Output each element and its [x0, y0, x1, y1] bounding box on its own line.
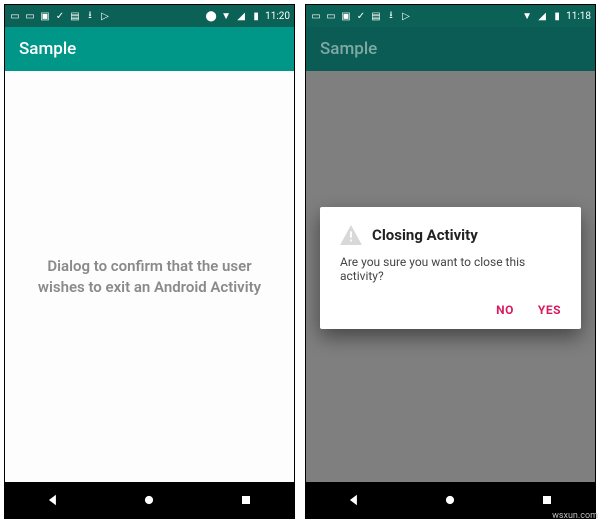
back-button[interactable] — [334, 482, 374, 518]
status-notifications: ▭ ▭ ▣ ✓ ▤ ⭳ ▷ — [310, 10, 412, 22]
chat-icon: ▭ — [310, 10, 322, 22]
battery-icon: ▮ — [250, 10, 262, 22]
calendar-icon: ▤ — [370, 10, 382, 22]
app-bar: Sample — [5, 27, 294, 71]
instruction-line-1: Dialog to confirm that the user — [38, 256, 261, 277]
status-system: ▼ ◢ ▮ 11:18 — [521, 10, 591, 22]
dialog-message: Are you sure you want to close this acti… — [340, 255, 561, 283]
watermark: wsxun.com — [552, 511, 598, 521]
app-title: Sample — [19, 39, 76, 59]
back-button[interactable] — [33, 482, 73, 518]
status-bar: ▭ ▭ ▣ ✓ ▤ ⭳ ▷ ⬤ ▼ ◢ ▮ 11:20 — [5, 5, 294, 27]
dialog-title: Closing Activity — [372, 226, 478, 244]
status-bar: ▭ ▭ ▣ ✓ ▤ ⭳ ▷ ▼ ◢ ▮ 11:18 — [306, 5, 595, 27]
dialog-header: Closing Activity — [340, 225, 561, 245]
check-icon: ✓ — [54, 10, 66, 22]
alert-dialog: Closing Activity Are you sure you want t… — [320, 207, 581, 329]
check-icon: ✓ — [355, 10, 367, 22]
activity-content[interactable]: Dialog to confirm that the user wishes t… — [5, 71, 294, 482]
activity-content-dimmed: Closing Activity Are you sure you want t… — [306, 71, 595, 482]
wifi-icon: ▼ — [220, 10, 232, 22]
phone-screen-left: ▭ ▭ ▣ ✓ ▤ ⭳ ▷ ⬤ ▼ ◢ ▮ 11:20 Sample Dialo… — [4, 4, 295, 519]
phone-screen-right: ▭ ▭ ▣ ✓ ▤ ⭳ ▷ ▼ ◢ ▮ 11:18 Sample Closi — [305, 4, 596, 519]
home-button[interactable] — [430, 482, 470, 518]
home-button[interactable] — [129, 482, 169, 518]
calendar-icon: ▤ — [69, 10, 81, 22]
recents-button[interactable] — [226, 482, 266, 518]
mail-icon: ▣ — [340, 10, 352, 22]
play-icon: ▷ — [400, 10, 412, 22]
battery-icon: ▮ — [551, 10, 563, 22]
warning-icon — [340, 225, 362, 245]
yes-button[interactable]: YES — [538, 303, 561, 317]
signal-icon: ◢ — [536, 10, 548, 22]
app-bar: Sample — [306, 27, 595, 71]
navigation-bar — [5, 482, 294, 518]
video-icon: ▭ — [325, 10, 337, 22]
clock: 11:20 — [265, 11, 290, 22]
dialog-actions: NO YES — [340, 299, 561, 321]
signal-icon: ◢ — [235, 10, 247, 22]
download-icon: ⭳ — [84, 10, 96, 22]
location-icon: ⬤ — [205, 10, 217, 22]
mail-icon: ▣ — [39, 10, 51, 22]
app-title: Sample — [320, 39, 377, 59]
play-icon: ▷ — [99, 10, 111, 22]
status-notifications: ▭ ▭ ▣ ✓ ▤ ⭳ ▷ — [9, 10, 111, 22]
video-icon: ▭ — [24, 10, 36, 22]
instruction-line-2: wishes to exit an Android Activity — [38, 277, 261, 298]
clock: 11:18 — [566, 11, 591, 22]
instruction-text: Dialog to confirm that the user wishes t… — [38, 256, 261, 298]
wifi-icon: ▼ — [521, 10, 533, 22]
chat-icon: ▭ — [9, 10, 21, 22]
status-system: ⬤ ▼ ◢ ▮ 11:20 — [205, 10, 290, 22]
download-icon: ⭳ — [385, 10, 397, 22]
no-button[interactable]: NO — [496, 303, 514, 317]
